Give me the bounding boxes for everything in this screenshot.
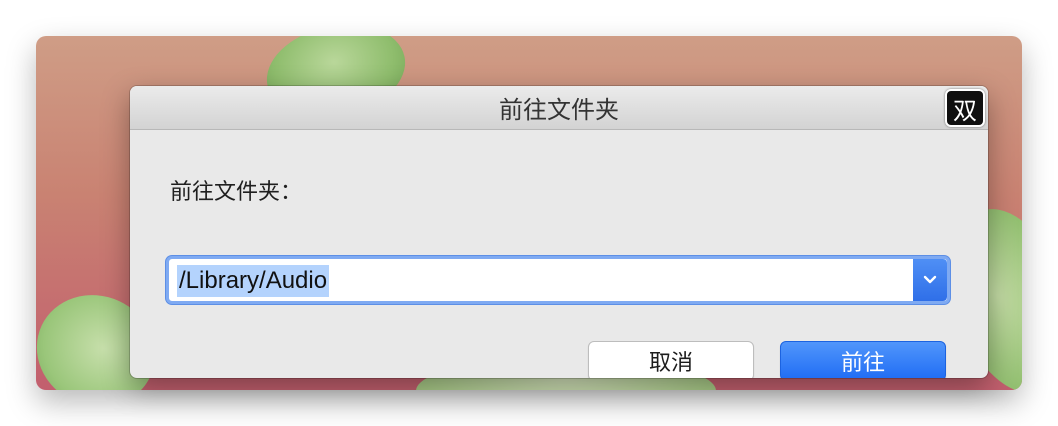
field-label: 前往文件夹： <box>170 180 303 205</box>
dialog-title: 前往文件夹 <box>499 96 619 124</box>
chevron-down-icon <box>922 271 938 290</box>
path-input[interactable]: /Library/Audio <box>177 265 330 297</box>
screen: 前往文件夹 双 前往文件夹： /Library/Audio 取消 前往 <box>0 0 1058 426</box>
go-to-folder-dialog: 前往文件夹 双 前往文件夹： /Library/Audio 取消 前往 <box>130 86 988 378</box>
dialog-content: 前往文件夹： /Library/Audio 取消 前往 <box>130 130 988 378</box>
path-combobox[interactable]: /Library/Audio <box>166 256 950 304</box>
go-button[interactable]: 前往 <box>780 341 946 378</box>
input-method-indicator[interactable]: 双 <box>945 89 985 127</box>
dialog-titlebar: 前往文件夹 双 <box>130 86 988 130</box>
path-dropdown-button[interactable] <box>913 259 947 301</box>
cancel-button[interactable]: 取消 <box>588 341 754 378</box>
